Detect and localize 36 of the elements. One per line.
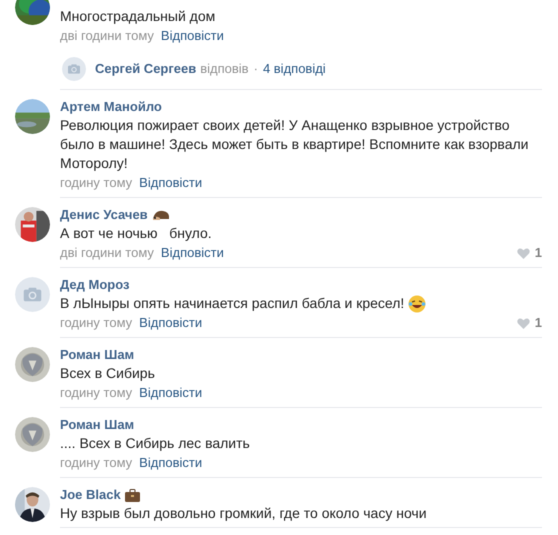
- author-link[interactable]: Дед Мороз: [60, 276, 130, 294]
- comment-text: А вот че ночью бнуло.: [60, 224, 212, 243]
- timestamp: годину тому: [60, 454, 132, 472]
- hedgehog-icon: [152, 209, 170, 221]
- like-button[interactable]: 1: [516, 313, 542, 333]
- author-link[interactable]: Артем Манойло: [60, 98, 162, 116]
- comment-text: Многострадальный дом: [60, 7, 216, 26]
- reply-link[interactable]: Відповісти: [139, 313, 202, 333]
- comment-text: Революция пожирает своих детей! У Анащенко взрывное устройство было в машине! Здесь может быть в квартире! Вспомните как взорвали Моторолу!: [60, 116, 530, 173]
- like-button[interactable]: 1: [516, 243, 542, 263]
- reply-action-text: відповів: [200, 60, 249, 78]
- comment-text: Ну взрыв был довольно громкий, где то около часу ночи: [60, 504, 427, 523]
- timestamp: годину тому: [60, 384, 132, 402]
- briefcase-icon: [124, 488, 140, 502]
- timestamp: дві години тому: [60, 27, 154, 46]
- separator-dot: ·: [254, 60, 258, 78]
- reply-link[interactable]: Відповісти: [139, 383, 202, 403]
- heart-icon: [516, 318, 530, 328]
- timestamp: годину тому: [60, 174, 132, 192]
- reply-link[interactable]: Відповісти: [139, 173, 202, 193]
- timestamp: дві години тому: [60, 244, 154, 262]
- laughing-emoji-icon: [408, 294, 426, 312]
- author-link[interactable]: Денис Усачев: [60, 206, 148, 224]
- comment-text: .... Всех в Сибирь лес валить: [60, 434, 250, 453]
- author-link[interactable]: Joe Black: [60, 486, 121, 504]
- heart-icon: [516, 248, 530, 258]
- timestamp: годину тому: [60, 314, 132, 332]
- reply-link[interactable]: Відповісти: [160, 243, 224, 263]
- comment-text: В лЫныры опять начинается распил бабла и кресел!: [60, 294, 404, 313]
- replies-link[interactable]: 4 відповіді: [262, 59, 326, 79]
- author-link[interactable]: Роман Шам: [60, 416, 134, 434]
- comment-text: Всех в Сибирь: [60, 364, 155, 383]
- reply-link[interactable]: Відповісти: [139, 453, 202, 473]
- reply-link[interactable]: Відповісти: [160, 26, 224, 46]
- author-link[interactable]: Роман Шам: [60, 346, 134, 364]
- author-link[interactable]: Сергей Сергеев: [95, 59, 196, 79]
